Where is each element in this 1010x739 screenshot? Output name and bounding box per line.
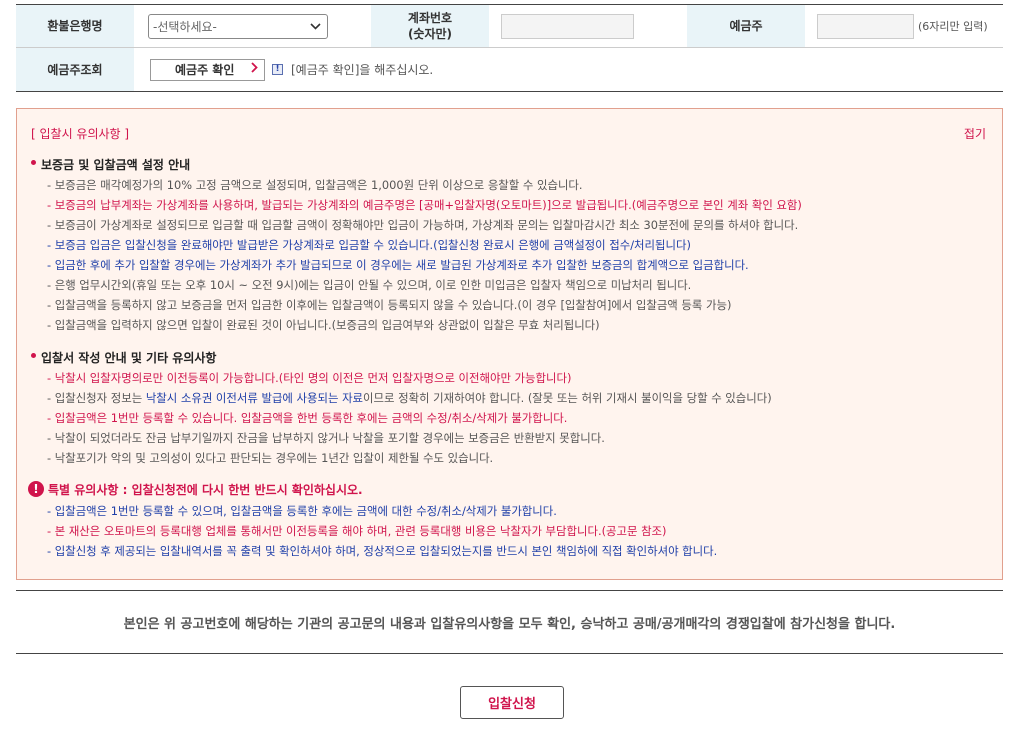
list-item: - 본 재산은 오토마트의 등록대행 업체를 통해서만 이전등록을 해야 하며,…	[47, 524, 667, 538]
list-item-text: 이므로 정확히 기재하여야 합니다. (잘못 또는 허위 기재시 불이익을 당할…	[363, 391, 772, 405]
list-item: - 낙찰시 입찰자명의로만 이전등록이 가능합니다.(타인 명의 이전은 먼저 …	[47, 371, 572, 385]
list-item: - 낙찰이 되었더라도 잔금 납부기일까지 잔금을 납부하지 않거나 낙찰을 포…	[47, 431, 605, 445]
account-holder-label: 예금주	[687, 5, 805, 47]
account-number-label: 계좌번호 (숫자만)	[371, 5, 489, 47]
bid-notice-box: [ 입찰시 유의사항 ] 접기 보증금 및 입찰금액 설정 안내 - 보증금은 …	[16, 108, 1003, 580]
notice-fold-link[interactable]: 접기	[964, 125, 986, 141]
refund-bank-label: 환불은행명	[16, 5, 134, 47]
section-bidform-title: 입찰서 작성 안내 및 기타 유의사항	[31, 349, 986, 365]
section-deposit-title: 보증금 및 입찰금액 설정 안내	[31, 156, 986, 172]
holder-confirm-message: [예금주 확인]을 해주십시오.	[291, 63, 434, 77]
agreement-statement: 본인은 위 공고번호에 해당하는 기관의 공고문의 내용과 입찰유의사항을 모두…	[16, 590, 1003, 654]
holder-check-row: 예금주조회 예금주 확인 ! [예금주 확인]을 해주십시오.	[16, 48, 1003, 92]
list-item: - 입찰금액을 입력하지 않으면 입찰이 완료된 것이 아닙니다.(보증금의 입…	[47, 318, 600, 332]
notice-title: [ 입찰시 유의사항 ]	[31, 127, 130, 141]
info-icon: !	[272, 64, 283, 75]
chevron-right-icon	[251, 62, 258, 77]
section-special-title-text: 특별 유의사항 : 입찰신청전에 다시 한번 반드시 확인하십시오.	[48, 482, 363, 497]
account-holder-input[interactable]	[817, 13, 914, 39]
account-number-input[interactable]	[501, 13, 634, 39]
holder-confirm-button[interactable]: 예금주 확인	[150, 58, 265, 81]
list-item: - 입찰금액은 1번만 등록할 수 있습니다. 입찰금액을 한번 등록한 후에는…	[47, 411, 568, 425]
list-item: - 입찰신청자 정보는 낙찰시 소유권 이전서류 발급에 사용되는 자료이므로 …	[31, 388, 986, 408]
list-item: - 입금한 후에 추가 입찰할 경우에는 가상계좌가 추가 발급되므로 이 경우…	[47, 258, 749, 272]
account-holder-hint: (6자리만 입력)	[918, 20, 988, 33]
exclamation-circle-icon: !	[28, 481, 44, 497]
list-item: - 입찰금액을 등록하지 않고 보증금을 먼저 입금한 이후에는 입찰금액이 등…	[47, 298, 732, 312]
section-deposit-list: - 보증금은 매각예정가의 10% 고정 금액으로 설정되며, 입찰금액은 1,…	[31, 175, 986, 335]
holder-check-label: 예금주조회	[16, 48, 134, 91]
section-special-title: ! 특별 유의사항 : 입찰신청전에 다시 한번 반드시 확인하십시오.	[28, 480, 986, 498]
section-bidform-title-text: 입찰서 작성 안내 및 기타 유의사항	[41, 350, 217, 365]
chevron-down-icon	[309, 20, 321, 32]
list-item: - 보증금 입금은 입찰신청을 완료해야만 발급받은 가상계좌로 입금할 수 있…	[47, 238, 691, 252]
list-item: - 낙찰포기가 악의 및 고의성이 있다고 판단되는 경우에는 1년간 입찰이 …	[47, 451, 494, 465]
refund-account-row: 환불은행명 -선택하세요- 계좌번호 (숫자만) 예금주 (6자리만 입력)	[16, 5, 1003, 48]
list-item-text: - 입찰신청자 정보는	[47, 391, 146, 405]
notice-header: [ 입찰시 유의사항 ] 접기	[31, 125, 986, 141]
bullet-dot-icon	[31, 352, 36, 358]
list-item: - 보증금은 매각예정가의 10% 고정 금액으로 설정되며, 입찰금액은 1,…	[47, 178, 583, 192]
list-item-emphasis: 낙찰시 소유권 이전서류 발급에 사용되는 자료	[145, 391, 364, 405]
bid-submit-button[interactable]: 입찰신청	[460, 686, 564, 719]
account-number-cell	[489, 5, 687, 47]
agreement-text: 본인은 위 공고번호에 해당하는 기관의 공고문의 내용과 입찰유의사항을 모두…	[123, 616, 896, 632]
account-holder-cell: (6자리만 입력)	[805, 5, 1003, 47]
list-item: - 입찰금액은 1번만 등록할 수 있으며, 입찰금액을 등록한 후에는 금액에…	[47, 504, 557, 518]
refund-bank-cell: -선택하세요-	[134, 5, 371, 47]
section-deposit-title-text: 보증금 및 입찰금액 설정 안내	[41, 157, 191, 172]
list-item: - 보증금의 납부계좌는 가상계좌를 사용하며, 발급되는 가상계좌의 예금주명…	[47, 198, 802, 212]
list-item: - 입찰신청 후 제공되는 입찰내역서를 꼭 출력 및 확인하셔야 하며, 정상…	[47, 544, 718, 558]
account-number-label-main: 계좌번호	[407, 11, 453, 25]
section-special-list: - 입찰금액은 1번만 등록할 수 있으며, 입찰금액을 등록한 후에는 금액에…	[31, 501, 986, 561]
bullet-dot-icon	[31, 159, 36, 165]
refund-account-form: 환불은행명 -선택하세요- 계좌번호 (숫자만) 예금주 (6자리만 입력) 예…	[16, 4, 1003, 92]
refund-bank-select-value: -선택하세요-	[153, 19, 217, 34]
list-item: - 은행 업무시간외(휴일 또는 오후 10시 ~ 오전 9시)에는 입금이 안…	[47, 278, 692, 292]
list-item: - 보증금이 가상계좌로 설정되므로 입금할 때 입금할 금액이 정확해야만 입…	[47, 218, 799, 232]
section-bidform-list: - 낙찰시 입찰자명의로만 이전등록이 가능합니다.(타인 명의 이전은 먼저 …	[31, 368, 986, 468]
holder-check-cell: 예금주 확인 ! [예금주 확인]을 해주십시오.	[134, 48, 433, 91]
account-number-label-sub: (숫자만)	[407, 27, 453, 41]
holder-confirm-button-label: 예금주 확인	[175, 63, 235, 77]
refund-bank-select[interactable]: -선택하세요-	[148, 13, 328, 39]
